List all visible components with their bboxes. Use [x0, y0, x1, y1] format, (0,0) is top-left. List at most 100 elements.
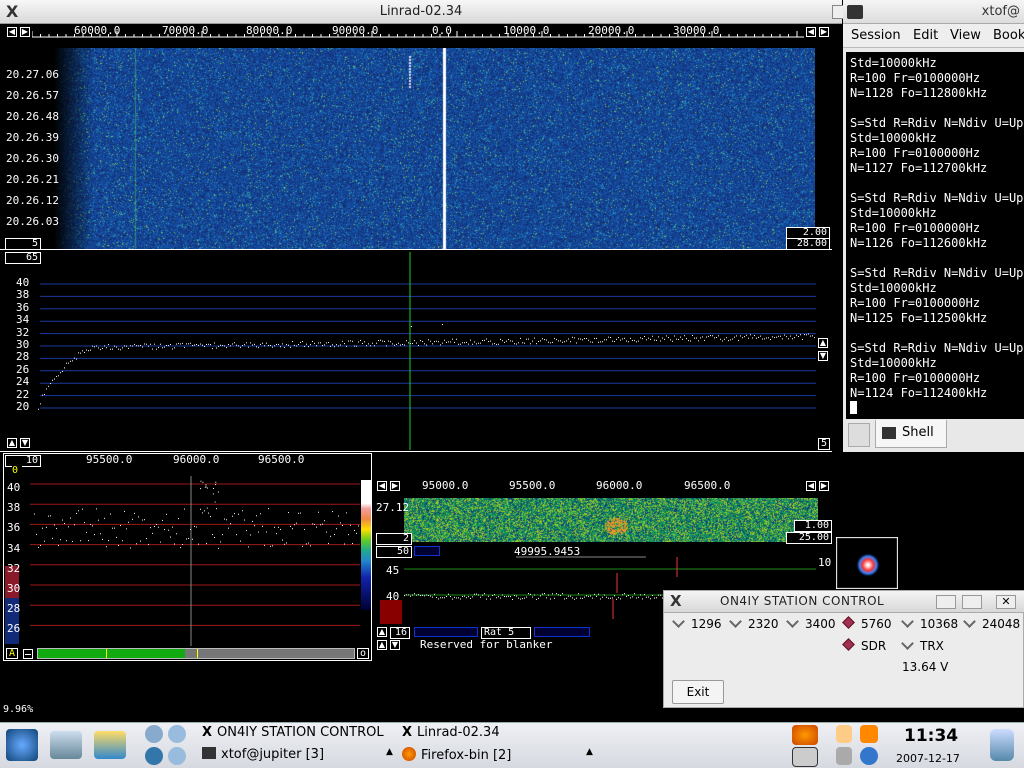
spectrum-scale-down-arrow[interactable]: ▼ — [818, 351, 828, 361]
desktop-1-icon[interactable] — [145, 725, 163, 743]
baseband-graph[interactable] — [4, 476, 372, 646]
tab-shell[interactable]: Shell — [875, 420, 947, 448]
spectrum-y-labels: 40 38 36 34 32 30 28 26 24 22 20 — [16, 276, 30, 414]
hires-up-arrow[interactable]: ▲ — [377, 627, 387, 637]
terminal-output[interactable]: Std=10000kHz R=100 Fr=0100000Hz N=1128 Fo=… — [846, 52, 1024, 419]
trash-icon[interactable] — [990, 729, 1014, 761]
hires-scale-label: 95000.0 — [422, 479, 469, 492]
band-radio-3400[interactable]: 3400 — [786, 615, 836, 631]
spectrum-up-arrow[interactable]: ▲ — [7, 438, 17, 448]
terminal-line: R=100 Fr=0100000Hz — [850, 296, 981, 310]
level-meter-fill — [38, 649, 185, 658]
band-radio-1296[interactable]: 1296 — [672, 615, 722, 631]
desktop-3-icon[interactable] — [145, 747, 163, 765]
terminal-line: S=Std R=Rdiv N=Ndiv U=Up — [850, 266, 1024, 280]
terminal-line: N=1125 Fo=112500kHz — [850, 311, 988, 325]
task-group-arrow[interactable]: ▲ — [386, 747, 393, 757]
update-icon[interactable] — [860, 747, 878, 765]
desktop-2-icon[interactable] — [168, 725, 186, 743]
konsole-menubar: Session Edit View Book — [843, 24, 1024, 48]
hires-wf-avg-box[interactable]: 2 — [376, 533, 412, 545]
hires-avg-box[interactable]: 50 — [376, 546, 412, 558]
hires-zero-box[interactable]: 25.00 — [786, 532, 832, 544]
minus-button[interactable] — [23, 649, 33, 659]
desktop: X Linrad-02.34 ◀ ▶ ◀ ▶ 60000.0 70000.0 8… — [0, 0, 1024, 768]
new-session-icon[interactable] — [848, 423, 870, 447]
firefox-tray-icon[interactable] — [792, 725, 818, 745]
y-label: 34 — [7, 541, 21, 555]
linrad-titlebar[interactable]: X Linrad-02.34 — [0, 0, 846, 24]
station-control-titlebar[interactable]: X ON4IY STATION CONTROL ✕ — [664, 591, 1024, 613]
maximize-button[interactable] — [962, 595, 982, 609]
task-firefox[interactable]: Firefox-bin [2] — [402, 747, 511, 763]
hires-option-box-2[interactable] — [534, 627, 590, 637]
mode-radio-sdr[interactable]: SDR — [842, 638, 886, 653]
hires-gain-box[interactable]: 1.00 — [794, 520, 832, 532]
desktop-icon[interactable] — [94, 731, 126, 759]
menu-view[interactable]: View — [950, 28, 981, 43]
minimize-button[interactable] — [936, 595, 956, 609]
warning-icon[interactable] — [860, 725, 878, 743]
hires-down-up-arrow[interactable]: ▲ — [377, 640, 387, 650]
tab-shell-label: Shell — [902, 425, 934, 440]
hires-option-box[interactable] — [414, 627, 478, 637]
time-label: 20.26.12 — [6, 194, 59, 207]
linrad-window-title: Linrad-02.34 — [379, 4, 463, 19]
y-label: 38 — [7, 501, 21, 515]
center-frequency-readout: 49995.9453 — [514, 545, 581, 558]
time-label: 20.26.30 — [6, 152, 59, 165]
task-group-arrow[interactable]: ▲ — [586, 747, 593, 757]
terminal-line: N=1124 Fo=112400kHz — [850, 386, 988, 400]
close-button[interactable]: ✕ — [996, 595, 1016, 609]
desktop-4-icon[interactable] — [168, 747, 186, 765]
terminal-line: S=Std R=Rdiv N=Ndiv U=Up — [850, 191, 1024, 205]
network-icon[interactable] — [836, 747, 852, 765]
wide-spectrum-graph[interactable] — [0, 252, 832, 450]
band-radio-5760[interactable]: 5760 — [842, 616, 892, 631]
band-radio-2320[interactable]: 2320 — [729, 615, 779, 631]
hires-scale-label: 95500.0 — [509, 479, 556, 492]
menu-bookmarks[interactable]: Book — [993, 28, 1024, 43]
hires-y-label: 45 — [386, 564, 400, 577]
band-radio-10368[interactable]: 10368 — [901, 615, 958, 631]
y-label: 36 — [7, 521, 21, 535]
menu-edit[interactable]: Edit — [913, 28, 938, 43]
klipper-icon[interactable] — [836, 725, 852, 743]
spectrum-down-arrow[interactable]: ▼ — [20, 438, 30, 448]
x-tray-icon[interactable] — [792, 747, 818, 767]
y-label: 32 — [7, 561, 21, 575]
y-label: 20 — [16, 400, 30, 414]
main-waterfall[interactable] — [53, 48, 815, 250]
band-radio-24048[interactable]: 24048 — [963, 615, 1020, 631]
hires-mode-box[interactable] — [414, 546, 440, 556]
spectrum-zoom-box[interactable]: 5 — [818, 438, 830, 450]
home-icon[interactable] — [50, 731, 82, 759]
level-meter — [37, 648, 355, 659]
time-label: 20.27.06 — [6, 68, 59, 81]
task-konsole[interactable]: xtof@jupiter [3] — [202, 747, 324, 762]
kde-menu-icon[interactable] — [6, 729, 38, 761]
hires-waterfall[interactable] — [404, 498, 818, 542]
x-logo-icon[interactable]: X — [670, 592, 682, 610]
task-linrad[interactable]: X Linrad-02.34 — [402, 725, 500, 740]
clock-date[interactable]: 2007-12-17 — [896, 752, 960, 765]
wide-scale-label: 90000.0 — [332, 24, 379, 37]
menu-session[interactable]: Session — [851, 28, 901, 43]
clock-time[interactable]: 11:34 — [904, 726, 958, 746]
konsole-titlebar[interactable]: xtof@ — [843, 0, 1024, 24]
terminal-line: Std=10000kHz — [850, 356, 937, 370]
station-control-title: ON4IY STATION CONTROL — [720, 594, 885, 608]
auto-button[interactable]: A — [6, 648, 18, 659]
level-marker — [197, 649, 198, 658]
o-button[interactable]: o — [357, 648, 369, 659]
spectrum-scale-up-arrow[interactable]: ▲ — [818, 338, 828, 348]
task-station-control[interactable]: X ON4IY STATION CONTROL — [202, 725, 384, 740]
terminal-line: R=100 Fr=0100000Hz — [850, 71, 981, 85]
baseband-zero-marker: 0 — [12, 466, 22, 476]
hires-16-box[interactable]: 16 — [390, 627, 410, 639]
y-label: 28 — [7, 602, 21, 616]
terminal-line: Std=10000kHz — [850, 56, 937, 70]
hires-down-arrow[interactable]: ▼ — [390, 640, 400, 650]
exit-button[interactable]: Exit — [672, 680, 724, 704]
mode-radio-trx[interactable]: TRX — [901, 637, 944, 653]
